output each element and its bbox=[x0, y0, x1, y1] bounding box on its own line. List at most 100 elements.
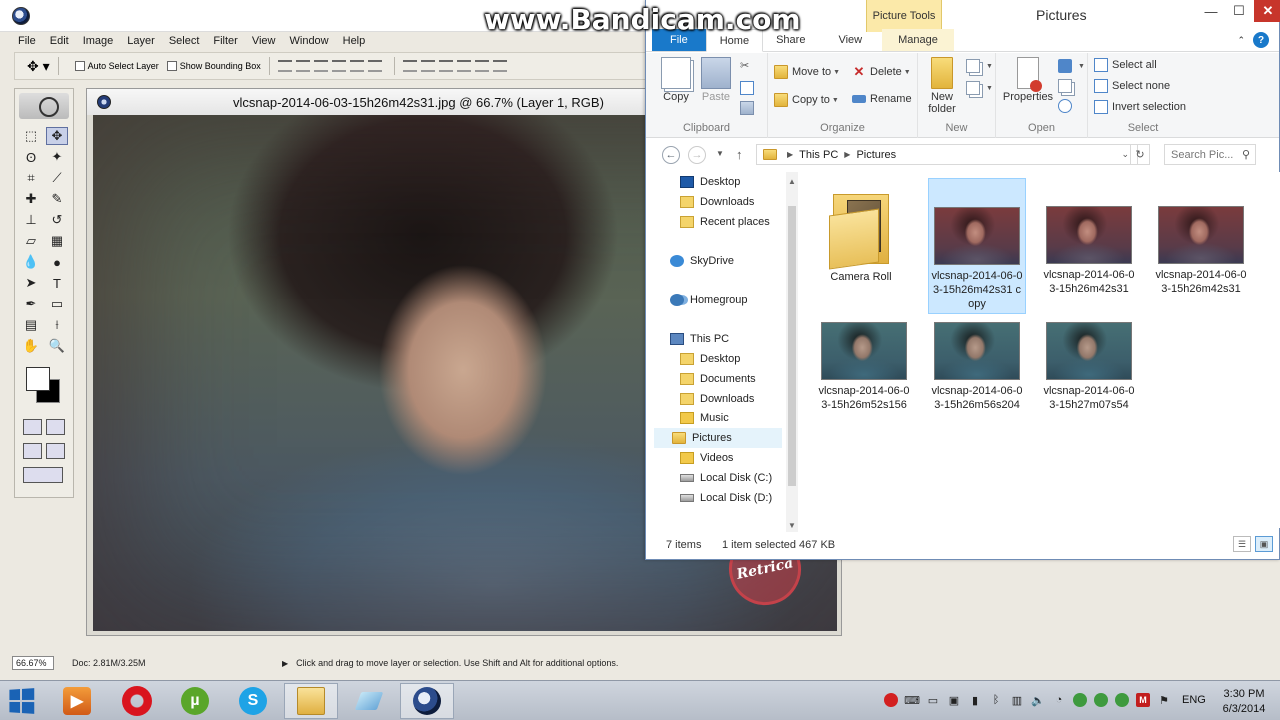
nav-item-desktop[interactable]: Desktop bbox=[680, 172, 740, 192]
brush-tool-icon[interactable]: ✎ bbox=[46, 190, 68, 208]
move-tool-icon[interactable]: ✥ bbox=[46, 127, 68, 145]
blur-tool-icon[interactable]: 💧 bbox=[20, 253, 42, 271]
nav-item-skydrive[interactable]: SkyDrive bbox=[670, 251, 734, 271]
paste-button[interactable]: Paste bbox=[694, 57, 738, 103]
select-all-button[interactable]: Select all bbox=[1094, 58, 1157, 72]
file-item-image[interactable]: vlcsnap-2014-06-03-15h26m56s204 bbox=[928, 292, 1026, 428]
show-bounding-box-checkbox[interactable] bbox=[166, 61, 177, 71]
align-bottom-icon[interactable] bbox=[313, 60, 328, 72]
file-item-image[interactable]: vlcsnap-2014-06-03-15h26m52s156 bbox=[815, 292, 913, 428]
notes-tool-icon[interactable]: ▤ bbox=[20, 316, 42, 334]
copy-button[interactable]: Copy bbox=[654, 57, 698, 103]
forward-button[interactable]: → bbox=[688, 146, 706, 164]
nav-item-downloads[interactable]: Downloads bbox=[680, 192, 754, 212]
battery-icon[interactable]: ▮ bbox=[968, 693, 982, 707]
address-dropdown-icon[interactable]: ⌄ bbox=[1121, 149, 1129, 160]
slice-tool-icon[interactable]: ⟋ bbox=[46, 169, 68, 187]
move-tool-preset-icon[interactable]: ✥ ▾ bbox=[27, 58, 50, 75]
open-button[interactable]: ▼ bbox=[1058, 59, 1085, 73]
new-folder-button[interactable]: New folder bbox=[920, 57, 964, 115]
paste-shortcut-button[interactable] bbox=[740, 101, 758, 115]
rename-button[interactable]: Rename bbox=[852, 93, 912, 105]
mcafee-icon[interactable]: M bbox=[1136, 693, 1150, 707]
ribbon-collapse-icon[interactable]: ⌃ bbox=[1237, 35, 1245, 46]
type-tool-icon[interactable]: T bbox=[46, 274, 68, 292]
taskbar-skype[interactable]: S bbox=[226, 683, 280, 719]
nav-item-desktop[interactable]: Desktop bbox=[680, 349, 740, 369]
taskbar-utorrent[interactable]: µ bbox=[168, 683, 222, 719]
move-to-button[interactable]: Move to ▼ bbox=[774, 65, 840, 79]
keyboard-icon[interactable]: ⌨ bbox=[904, 693, 920, 707]
nav-item-local-disk-d[interactable]: Local Disk (D:) bbox=[680, 488, 772, 508]
record-icon[interactable] bbox=[884, 693, 898, 707]
nav-item-downloads[interactable]: Downloads bbox=[680, 389, 754, 409]
path-select-icon[interactable]: ➤ bbox=[20, 274, 42, 292]
taskbar-opera[interactable] bbox=[110, 683, 164, 719]
properties-button[interactable]: Properties bbox=[1002, 57, 1054, 103]
foreground-color-swatch[interactable] bbox=[26, 367, 50, 391]
edit-button[interactable] bbox=[1058, 79, 1076, 93]
taskbar-media-player[interactable]: ▶ bbox=[50, 683, 104, 719]
flag-icon[interactable]: ⚑ bbox=[1157, 693, 1171, 707]
easy-access-button[interactable]: ▼ bbox=[966, 81, 993, 95]
quick-mask-icon[interactable] bbox=[46, 419, 65, 435]
update-icon[interactable] bbox=[1115, 693, 1129, 707]
scroll-down-icon[interactable]: ▼ bbox=[786, 518, 798, 532]
align-left-icon[interactable] bbox=[331, 60, 346, 72]
nav-item-pictures[interactable]: Pictures bbox=[654, 428, 782, 448]
menu-image[interactable]: Image bbox=[83, 35, 114, 47]
menu-layer[interactable]: Layer bbox=[127, 35, 155, 47]
tab-manage[interactable]: Manage bbox=[882, 29, 954, 51]
address-chevron-icon[interactable]: ▶ bbox=[787, 150, 793, 159]
refresh-button[interactable]: ↻ bbox=[1130, 144, 1150, 165]
menu-view[interactable]: View bbox=[252, 35, 276, 47]
taskbar-clock[interactable]: 3:30 PM 6/3/2014 bbox=[1214, 687, 1274, 717]
distribute-vcenter-icon[interactable] bbox=[420, 60, 435, 72]
menu-window[interactable]: Window bbox=[290, 35, 329, 47]
network-icon[interactable]: ▥ bbox=[1010, 693, 1024, 707]
search-icon[interactable]: ⚲ bbox=[1242, 148, 1250, 161]
copy-to-button[interactable]: Copy to ▼ bbox=[774, 93, 839, 107]
recent-locations-icon[interactable]: ▼ bbox=[716, 149, 724, 158]
windows-start-icon[interactable] bbox=[9, 688, 35, 714]
display-icon[interactable]: ▭ bbox=[926, 693, 940, 707]
breadcrumb-this-pc[interactable]: This PC bbox=[799, 149, 838, 161]
shape-tool-icon[interactable]: ▭ bbox=[46, 295, 68, 313]
healing-brush-icon[interactable]: ✚ bbox=[20, 190, 42, 208]
up-button[interactable]: ↑ bbox=[736, 147, 743, 162]
minimize-button[interactable]: — bbox=[1198, 0, 1224, 22]
file-item-image[interactable]: vlcsnap-2014-06-03-15h27m07s54 bbox=[1040, 292, 1138, 428]
nav-item-documents[interactable]: Documents bbox=[680, 369, 756, 389]
nav-item-this-pc[interactable]: This PC bbox=[670, 329, 729, 349]
scroll-up-icon[interactable]: ▲ bbox=[786, 174, 798, 188]
copy-path-button[interactable] bbox=[740, 81, 758, 95]
align-top-icon[interactable] bbox=[277, 60, 292, 72]
clone-stamp-icon[interactable]: ⊥ bbox=[20, 211, 42, 229]
address-chevron-icon[interactable]: ▶ bbox=[844, 150, 850, 159]
invert-selection-button[interactable]: Invert selection bbox=[1094, 100, 1186, 114]
nav-item-music[interactable]: Music bbox=[680, 408, 729, 428]
taskbar-photoshop[interactable] bbox=[400, 683, 454, 719]
doc-size-info[interactable]: Doc: 2.81M/3.25M bbox=[72, 658, 252, 668]
volume-icon[interactable]: 🔈 bbox=[1031, 693, 1045, 707]
align-hcenter-icon[interactable] bbox=[349, 60, 364, 72]
history-brush-icon[interactable]: ↺ bbox=[46, 211, 68, 229]
nav-scrollbar[interactable]: ▲ ▼ bbox=[786, 172, 798, 532]
cut-button[interactable]: ✂ bbox=[740, 59, 749, 72]
crop-tool-icon[interactable]: ⌗ bbox=[20, 169, 42, 187]
menu-help[interactable]: Help bbox=[343, 35, 366, 47]
distribute-right-icon[interactable] bbox=[492, 60, 507, 72]
wifi-icon[interactable]: ◔ bbox=[1052, 693, 1066, 707]
menu-filter[interactable]: Filter bbox=[213, 35, 237, 47]
antivirus-icon[interactable] bbox=[1073, 693, 1087, 707]
search-input[interactable]: Search Pic... ⚲ bbox=[1164, 144, 1256, 165]
eraser-tool-icon[interactable]: ▱ bbox=[20, 232, 42, 250]
lasso-tool-icon[interactable]: ʘ bbox=[20, 148, 42, 166]
zoom-level-input[interactable]: 66.67% bbox=[12, 656, 54, 670]
nav-item-recent-places[interactable]: Recent places bbox=[680, 212, 770, 232]
menu-select[interactable]: Select bbox=[169, 35, 200, 47]
magic-wand-tool-icon[interactable]: ✦ bbox=[46, 148, 68, 166]
close-button[interactable]: ✕ bbox=[1254, 0, 1280, 22]
toolbox-header[interactable] bbox=[19, 93, 69, 119]
align-vcenter-icon[interactable] bbox=[295, 60, 310, 72]
